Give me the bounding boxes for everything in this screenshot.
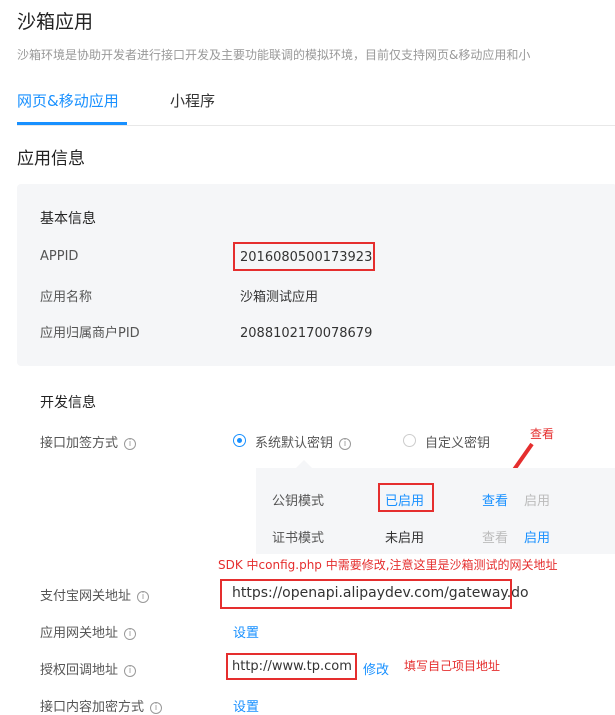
custom-key-label: 自定义密钥 (425, 436, 491, 451)
public-key-mode-label: 公钥模式 (272, 494, 325, 509)
info-icon: i (150, 701, 163, 714)
alipay-gateway-label: 支付宝网关地址 i (40, 585, 150, 604)
sign-method-label: 接口加签方式 i (40, 432, 137, 451)
info-icon: i (137, 590, 150, 603)
basic-info-title: 基本信息 (40, 211, 96, 227)
page-title: 沙箱应用 (17, 11, 94, 33)
app-name-label: 应用名称 (40, 290, 93, 305)
tab-mini-program[interactable]: 小程序 (170, 90, 215, 111)
content-encrypt-set-link[interactable]: 设置 (233, 696, 259, 715)
page-subtitle: 沙箱环境是协助开发者进行接口开发及主要功能联调的模拟环境，目前仅支持网页&移动应… (17, 48, 531, 62)
app-gateway-label-text: 应用网关地址 (40, 626, 119, 641)
tab-bar: 网页&移动应用 小程序 (17, 88, 615, 126)
sign-method-label-text: 接口加签方式 (40, 436, 119, 451)
merchant-pid-value: 2088102170078679 (240, 326, 373, 341)
cert-mode-enable-link[interactable]: 启用 (524, 527, 550, 546)
info-icon: i (124, 437, 137, 450)
auth-callback-edit-link[interactable]: 修改 (363, 659, 389, 678)
app-gateway-label: 应用网关地址 i (40, 622, 137, 641)
tab-web-mobile-app[interactable]: 网页&移动应用 (17, 90, 119, 111)
public-key-enable-link: 启用 (524, 494, 551, 509)
merchant-pid-label: 应用归属商户PID (40, 326, 140, 341)
cert-mode-label: 证书模式 (272, 531, 325, 546)
info-icon: i (339, 437, 352, 450)
radio-default-key[interactable] (233, 434, 246, 447)
content-encrypt-label-text: 接口内容加密方式 (40, 700, 145, 715)
default-key-label: 系统默认密钥 (255, 436, 334, 451)
appid-label: APPID (40, 249, 79, 264)
cert-mode-status: 未启用 (385, 531, 425, 546)
dev-info-title: 开发信息 (40, 395, 96, 411)
auth-callback-value: http://www.tp.com (232, 659, 352, 674)
app-gateway-set-link[interactable]: 设置 (233, 622, 259, 641)
default-key-option: 系统默认密钥 i (255, 432, 352, 451)
info-icon: i (124, 627, 137, 640)
cert-mode-view-link: 查看 (482, 531, 509, 546)
appid-value: 2016080500173923 (240, 250, 373, 265)
section-title-app-info: 应用信息 (17, 149, 85, 169)
alipay-gateway-label-text: 支付宝网关地址 (40, 589, 132, 604)
public-key-view-link[interactable]: 查看 (482, 490, 508, 509)
active-tab-indicator (17, 122, 127, 125)
public-key-status: 已启用 (385, 494, 425, 509)
radio-custom-key[interactable] (403, 434, 416, 447)
annotation-sdk-note: SDK 中config.php 中需要修改,注意这里是沙箱测试的网关地址 (218, 558, 558, 572)
annotation-callback-note: 填写自己项目地址 (404, 659, 501, 673)
alipay-gateway-value: https://openapi.alipaydev.com/gateway.do (232, 585, 529, 601)
app-name-value: 沙箱测试应用 (240, 290, 319, 305)
auth-callback-label: 授权回调地址 i (40, 659, 137, 678)
info-icon: i (124, 664, 137, 677)
auth-callback-label-text: 授权回调地址 (40, 663, 119, 678)
content-encrypt-label: 接口内容加密方式 i (40, 696, 163, 715)
